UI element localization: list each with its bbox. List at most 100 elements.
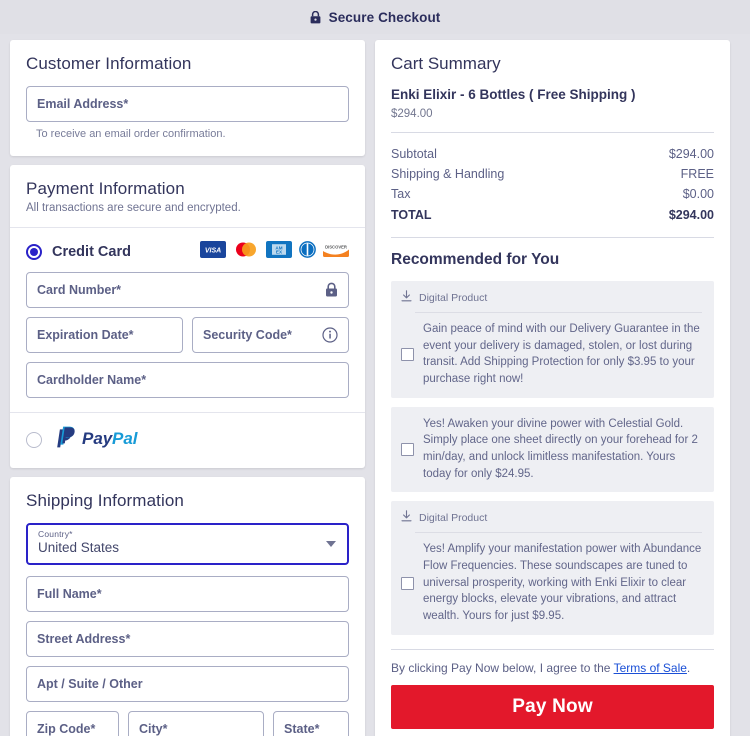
download-icon — [401, 510, 412, 525]
digital-product-label: Digital Product — [419, 511, 488, 524]
cart-summary-card: Cart Summary Enki Elixir - 6 Bottles ( F… — [375, 40, 730, 736]
apt-suite-placeholder: Apt / Suite / Other — [37, 677, 143, 691]
payment-information-card: Payment Information All transactions are… — [10, 165, 365, 468]
visa-icon: VISA — [200, 241, 226, 263]
total-label: TOTAL — [391, 208, 432, 222]
recommendation-text: Yes! Awaken your divine power with Celes… — [423, 417, 698, 480]
summary-value: $0.00 — [682, 187, 714, 201]
street-address-field[interactable]: Street Address* — [26, 621, 349, 657]
checkout-page: Secure Checkout Customer Information Ema… — [0, 0, 750, 736]
full-name-field[interactable]: Full Name* — [26, 576, 349, 612]
zip-code-field[interactable]: Zip Code* — [26, 711, 119, 736]
city-field[interactable]: City* — [128, 711, 264, 736]
street-address-placeholder: Street Address* — [37, 632, 131, 646]
expiration-date-placeholder: Expiration Date* — [37, 328, 134, 342]
apt-suite-field[interactable]: Apt / Suite / Other — [26, 666, 349, 702]
city-placeholder: City* — [139, 722, 168, 736]
recommendation-checkbox[interactable] — [401, 442, 414, 456]
payment-information-title: Payment Information — [26, 179, 185, 198]
email-placeholder: Email Address* — [37, 97, 129, 111]
secure-checkout-title: Secure Checkout — [328, 9, 441, 25]
recommended-title: Recommended for You — [391, 251, 560, 268]
card-number-field[interactable]: Card Number* — [26, 272, 349, 308]
summary-line-tax: Tax $0.00 — [391, 184, 714, 204]
card-brand-icons: VISA AM EX DISCOVER — [200, 241, 349, 263]
divider — [391, 237, 714, 238]
left-column: Customer Information Email Address* To r… — [10, 40, 365, 736]
cardholder-name-field[interactable]: Cardholder Name* — [26, 362, 349, 398]
summary-value: $294.00 — [668, 147, 714, 161]
paypal-radio[interactable] — [26, 431, 42, 448]
divider — [391, 648, 714, 650]
svg-text:Pal: Pal — [112, 429, 139, 448]
summary-label: Shipping & Handling — [391, 167, 505, 181]
download-icon — [401, 290, 412, 305]
email-hint: To receive an email order confirmation. — [36, 128, 226, 140]
pay-now-button[interactable]: Pay Now — [391, 684, 714, 729]
recommendation-text: Yes! Amplify your manifestation power wi… — [423, 543, 702, 623]
recommendation-item[interactable]: Digital Product Gain peace of mind with … — [391, 281, 714, 398]
customer-information-title: Customer Information — [26, 54, 192, 73]
summary-line-shipping: Shipping & Handling FREE — [391, 164, 714, 184]
payment-information-subtitle: All transactions are secure and encrypte… — [26, 202, 241, 214]
summary-line-total: TOTAL $294.00 — [391, 204, 714, 225]
diners-club-icon — [299, 241, 316, 263]
recommendation-item[interactable]: Yes! Awaken your divine power with Celes… — [391, 406, 714, 493]
svg-text:VISA: VISA — [205, 248, 221, 255]
recommendation-text: Gain peace of mind with our Delivery Gua… — [423, 323, 700, 386]
summary-label: Subtotal — [391, 147, 437, 161]
summary-label: Tax — [391, 187, 411, 201]
divider — [391, 132, 714, 133]
recommendation-item[interactable]: Digital Product Yes! Amplify your manife… — [391, 501, 714, 635]
divider — [415, 312, 702, 313]
state-placeholder: State* — [284, 722, 320, 736]
credit-card-label: Credit Card — [52, 244, 131, 260]
paypal-option[interactable]: Pay Pal — [10, 413, 365, 468]
recommendation-checkbox[interactable] — [401, 347, 414, 361]
country-value: United States — [38, 540, 120, 555]
discover-icon: DISCOVER — [323, 242, 349, 262]
mastercard-icon — [233, 241, 259, 263]
terms-prefix: By clicking Pay Now below, I agree to th… — [391, 660, 614, 675]
summary-line-subtotal: Subtotal $294.00 — [391, 144, 714, 164]
zip-code-placeholder: Zip Code* — [37, 722, 96, 736]
digital-product-badge: Digital Product — [401, 510, 702, 532]
terms-agreement: By clicking Pay Now below, I agree to th… — [391, 661, 714, 675]
lock-icon — [310, 10, 321, 24]
cart-item-price: $294.00 — [391, 108, 433, 120]
divider — [415, 532, 702, 534]
credit-card-option[interactable]: Credit Card VISA AM EX DISCOVER — [26, 241, 349, 263]
shipping-information-title: Shipping Information — [26, 491, 184, 510]
cart-item-name: Enki Elixir - 6 Bottles ( Free Shipping … — [391, 87, 636, 102]
shipping-information-card: Shipping Information Country* United Sta… — [10, 477, 365, 736]
country-label: Country* — [38, 529, 73, 539]
svg-text:DISCOVER: DISCOVER — [325, 245, 347, 250]
info-icon[interactable] — [322, 327, 338, 343]
digital-product-label: Digital Product — [419, 291, 488, 304]
summary-value: FREE — [680, 167, 714, 181]
security-code-field[interactable]: Security Code* — [192, 317, 349, 353]
chevron-down-icon[interactable] — [326, 541, 336, 547]
customer-information-card: Customer Information Email Address* To r… — [10, 40, 365, 156]
cardholder-name-placeholder: Cardholder Name* — [37, 373, 147, 387]
terms-suffix: . — [686, 660, 691, 675]
email-field[interactable]: Email Address* — [26, 86, 349, 122]
state-field[interactable]: State* — [273, 711, 349, 736]
svg-text:EX: EX — [276, 250, 283, 255]
paypal-logo-icon: Pay Pal — [53, 425, 153, 454]
terms-of-sale-link[interactable]: Terms of Sale — [614, 661, 687, 675]
full-name-placeholder: Full Name* — [37, 587, 102, 601]
cart-summary-title: Cart Summary — [391, 54, 501, 73]
secure-checkout-header: Secure Checkout — [0, 0, 750, 34]
recommendation-checkbox[interactable] — [401, 576, 414, 590]
expiration-date-field[interactable]: Expiration Date* — [26, 317, 183, 353]
total-value: $294.00 — [668, 208, 714, 222]
country-select[interactable]: Country* United States — [26, 523, 349, 565]
amex-icon: AM EX — [266, 241, 292, 263]
card-number-lock-icon — [325, 282, 338, 298]
credit-card-radio[interactable] — [26, 244, 42, 260]
security-code-placeholder: Security Code* — [203, 328, 292, 342]
digital-product-badge: Digital Product — [401, 290, 702, 312]
right-column: Cart Summary Enki Elixir - 6 Bottles ( F… — [375, 40, 730, 736]
svg-text:Pay: Pay — [82, 429, 114, 448]
